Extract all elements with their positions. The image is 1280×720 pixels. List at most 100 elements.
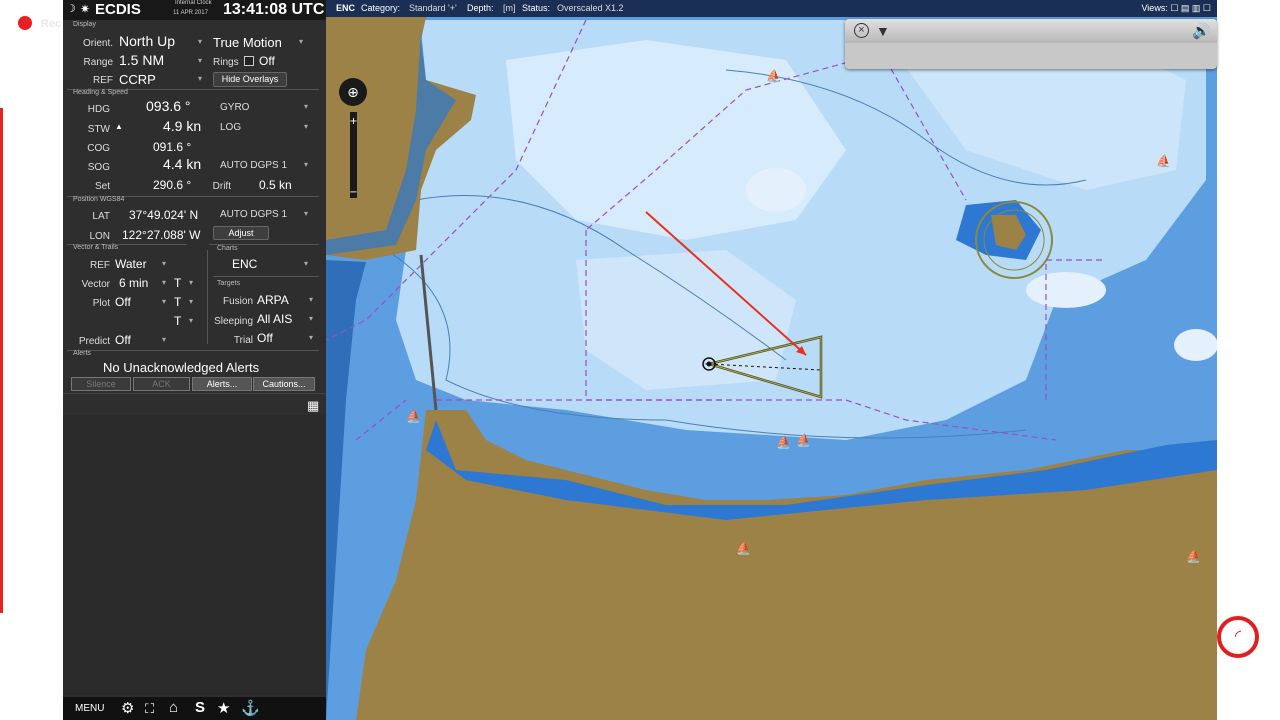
- plot-t-dropdown-icon[interactable]: ▾: [189, 297, 193, 306]
- stw-source[interactable]: LOG: [220, 122, 241, 133]
- hide-overlays-button[interactable]: Hide Overlays: [213, 72, 287, 87]
- vector-ref-label: REF: [90, 260, 110, 271]
- star-icon[interactable]: ★: [217, 699, 230, 717]
- bottom-toolbar: MENU ⚙ ⛶ ⌂ S ★ ⚓: [63, 697, 326, 720]
- stw-label: STW: [87, 124, 110, 135]
- hdg-source[interactable]: GYRO: [220, 102, 249, 113]
- home-icon[interactable]: ⌂: [169, 699, 178, 716]
- drift-label: Drift: [212, 181, 231, 192]
- orient-dropdown-icon[interactable]: ▾: [198, 37, 202, 46]
- plot-dropdown-icon[interactable]: ▾: [162, 297, 166, 306]
- display-section-title: Display: [73, 21, 96, 28]
- fusion-dropdown-icon[interactable]: ▾: [309, 295, 313, 304]
- nautical-chart[interactable]: ⊕ + − ⛵ ⛵ ⛵ ⛵ ⛵ ⛵ ⛵ ENC Category: Standa…: [326, 0, 1217, 720]
- lat-value: 37°49.024' N: [129, 208, 199, 222]
- record-label: Rec: [41, 18, 62, 30]
- chart-canvas[interactable]: ⊕ + − ⛵ ⛵ ⛵ ⛵ ⛵ ⛵ ⛵: [326, 0, 1217, 720]
- fusion-value[interactable]: ARPA: [257, 293, 289, 307]
- trial-label: Trial: [233, 335, 253, 346]
- heading-speed-section-title: Heading & Speed: [73, 89, 128, 96]
- svg-text:⛵: ⛵: [406, 409, 421, 423]
- ship-icon[interactable]: ⚓: [241, 699, 260, 717]
- lat-source[interactable]: AUTO DGPS 1: [220, 209, 287, 220]
- rings-checkbox[interactable]: [244, 56, 254, 66]
- vector-dropdown-icon[interactable]: ▾: [162, 278, 166, 287]
- column-divider: [207, 250, 208, 344]
- speaker-icon[interactable]: 🔊: [1192, 22, 1211, 40]
- gear-icon[interactable]: ⚙: [121, 699, 134, 717]
- svg-text:⛵: ⛵: [1186, 549, 1201, 563]
- cog-value: 091.6 °: [153, 140, 192, 154]
- clock-time: 13:41:08 UTC: [223, 1, 325, 18]
- vector-value[interactable]: 6 min: [119, 276, 148, 290]
- vector-trails-section-title: Vector & Trails: [73, 244, 119, 251]
- plot-label: Plot: [92, 298, 110, 309]
- position-dropdown-icon[interactable]: ▾: [304, 209, 308, 218]
- lat-label: LAT: [92, 211, 110, 222]
- stw-up-icon: ▲: [115, 122, 123, 131]
- trial-value[interactable]: Off: [257, 331, 273, 345]
- stw-dropdown-icon[interactable]: ▾: [304, 122, 308, 131]
- fullscreen-icon[interactable]: ⛶: [145, 701, 154, 717]
- range-label: Range: [83, 57, 113, 68]
- charts-value[interactable]: ENC: [232, 257, 257, 271]
- vector-t-dropdown-icon[interactable]: ▾: [189, 278, 193, 287]
- range-dropdown-icon[interactable]: ▾: [198, 56, 202, 65]
- predict-value[interactable]: Off: [115, 333, 131, 347]
- ref-dropdown-icon[interactable]: ▾: [198, 74, 202, 83]
- plot-t[interactable]: T: [174, 295, 181, 309]
- trial-dropdown-icon[interactable]: ▾: [309, 333, 313, 342]
- sog-dropdown-icon[interactable]: ▾: [304, 160, 308, 169]
- divider: [67, 350, 319, 351]
- predict-dropdown-icon[interactable]: ▾: [162, 335, 166, 344]
- cog-label: COG: [87, 143, 110, 154]
- zoom-in-icon: +: [349, 116, 357, 127]
- svg-text:⛵: ⛵: [766, 69, 781, 83]
- targets-section-title: Targets: [217, 280, 240, 287]
- adjust-button[interactable]: Adjust: [213, 226, 269, 240]
- info-area: [63, 415, 326, 695]
- set-value: 290.6 °: [153, 178, 192, 192]
- moon-icon[interactable]: ☽: [66, 2, 76, 15]
- extra-t[interactable]: T: [174, 314, 181, 328]
- menu-button[interactable]: MENU: [75, 703, 104, 714]
- grid-icon[interactable]: ▦: [307, 398, 321, 413]
- alerts-status: No Unacknowledged Alerts: [103, 360, 260, 375]
- sleeping-dropdown-icon[interactable]: ▾: [309, 314, 313, 323]
- sleeping-value[interactable]: All AIS: [257, 312, 292, 326]
- silence-button[interactable]: Silence: [71, 377, 131, 391]
- extra-t-dropdown-icon[interactable]: ▾: [189, 316, 193, 325]
- divider: [213, 276, 319, 277]
- ack-button[interactable]: ACK: [133, 377, 190, 391]
- chart-status-bar: ENC Category: Standard '+' Depth: [m] St…: [326, 0, 1217, 17]
- close-icon[interactable]: ×: [854, 23, 869, 38]
- ref-value[interactable]: CCRP: [119, 72, 156, 87]
- collapse-icon[interactable]: ▼: [876, 23, 890, 39]
- ecdis-window: ☽ ✷ ECDIS Internal Clock 11 APR 2017 13:…: [63, 0, 1217, 720]
- range-value[interactable]: 1.5 NM: [119, 52, 164, 68]
- sog-source[interactable]: AUTO DGPS 1: [220, 160, 287, 171]
- sun-icon[interactable]: ✷: [80, 2, 90, 16]
- fusion-label: Fusion: [222, 296, 253, 307]
- motion-dropdown-icon[interactable]: ▾: [299, 37, 303, 46]
- own-ship-icon: [706, 361, 712, 367]
- orient-value[interactable]: North Up: [119, 33, 175, 49]
- ref-label: REF: [93, 75, 113, 86]
- logo-icon: ◜: [1217, 616, 1259, 658]
- charts-dropdown-icon[interactable]: ▾: [304, 259, 308, 268]
- view-layout-icon[interactable]: ☐ ▤ ▥ ☐: [1170, 3, 1211, 13]
- vector-ref-value[interactable]: Water: [115, 257, 147, 271]
- alerts-button[interactable]: Alerts...: [192, 377, 252, 391]
- svg-text:⛵: ⛵: [736, 541, 751, 555]
- app-title: ECDIS: [95, 1, 141, 18]
- rings-label: Rings: [213, 57, 239, 68]
- vector-ref-dropdown-icon[interactable]: ▾: [162, 259, 166, 268]
- position-section-title: Position WGS84: [73, 196, 125, 203]
- plot-value[interactable]: Off: [115, 295, 131, 309]
- hdg-dropdown-icon[interactable]: ▾: [304, 102, 308, 111]
- motion-value[interactable]: True Motion: [213, 35, 282, 50]
- vector-t[interactable]: T: [174, 276, 181, 290]
- s-icon[interactable]: S: [195, 699, 205, 716]
- drift-value: 0.5 kn: [259, 178, 292, 192]
- cautions-button[interactable]: Cautions...: [253, 377, 315, 391]
